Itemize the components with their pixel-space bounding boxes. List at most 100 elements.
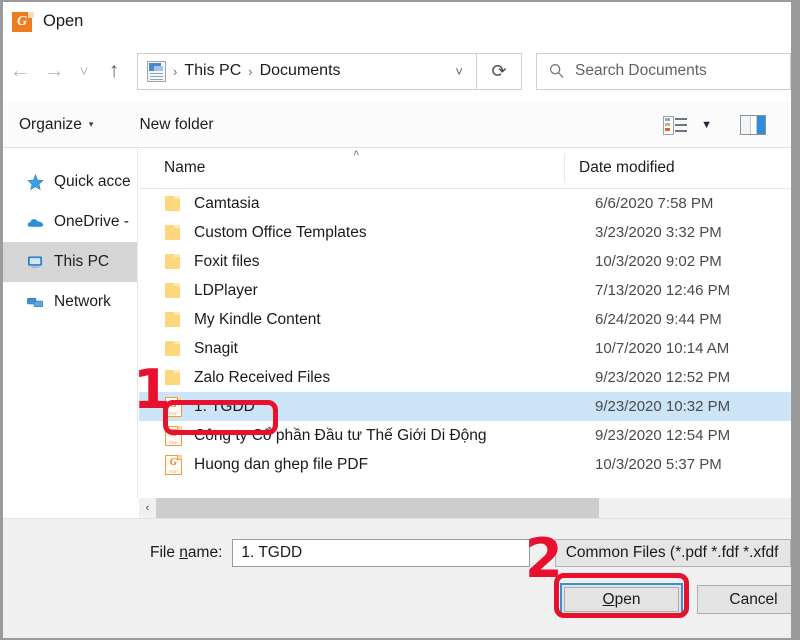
new-folder-button[interactable]: New folder (139, 116, 213, 134)
column-header-date-modified[interactable]: Date modified (565, 159, 675, 177)
chevron-down-icon-view[interactable]: ▼ (701, 119, 712, 131)
annotation-step-1: 1 (133, 363, 171, 417)
sidebar-item-label: OneDrive - (54, 213, 129, 231)
file-name-cell: Camtasia (194, 195, 584, 213)
folder-icon (164, 338, 183, 359)
breadcrumb-separator-1: › (166, 64, 184, 79)
column-header-name[interactable]: Name (139, 154, 565, 182)
table-row[interactable]: Camtasia 6/6/2020 7:58 PM (139, 189, 791, 218)
breadcrumb-this-pc[interactable]: This PC (184, 62, 241, 80)
open-file-dialog: G Open ← → ˅ ↑ › This PC › Documents ˅ ⟳ (0, 0, 800, 640)
folder-icon (164, 309, 183, 330)
table-row[interactable]: Foxit files 10/3/2020 9:02 PM (139, 247, 791, 276)
table-row[interactable]: Snagit 10/7/2020 10:14 AM (139, 334, 791, 363)
chevron-down-icon-organize: ▾ (89, 119, 94, 130)
table-row[interactable]: LDPlayer 7/13/2020 12:46 PM (139, 276, 791, 305)
folder-icon (164, 280, 183, 301)
file-date-cell: 10/3/2020 5:37 PM (595, 456, 722, 473)
arrow-left-icon[interactable]: ← (3, 51, 37, 91)
file-name-cell: My Kindle Content (194, 311, 584, 329)
organize-button[interactable]: Organize ▾ (19, 116, 93, 134)
file-rows: Camtasia 6/6/2020 7:58 PM Custom Office … (139, 189, 791, 479)
file-name-cell: LDPlayer (194, 282, 584, 300)
column-header-row: ˄ Name Date modified (139, 148, 791, 189)
sidebar-item-label: This PC (54, 253, 109, 271)
table-row-selected[interactable]: GPDF 1. TGDD 9/23/2020 10:32 PM (139, 392, 791, 421)
command-bar: Organize ▾ New folder ▼ (3, 102, 791, 148)
sidebar-item-network[interactable]: Network (3, 282, 137, 322)
table-row[interactable]: Zalo Received Files 9/23/2020 12:52 PM (139, 363, 791, 392)
file-date-cell: 3/23/2020 3:32 PM (595, 224, 722, 241)
file-type-dropdown[interactable]: Common Files (*.pdf *.fdf *.xfdf (555, 539, 791, 567)
organize-label: Organize (19, 116, 82, 134)
view-options-group: ▼ (663, 115, 766, 135)
file-name-cell: Huong dan ghep file PDF (194, 456, 584, 474)
file-name-cell: 1. TGDD (194, 398, 584, 416)
sidebar-item-label: Quick acce (54, 173, 131, 191)
pdf-file-icon: GPDF (164, 454, 183, 475)
file-name-cell: Snagit (194, 340, 584, 358)
arrow-up-icon[interactable]: ↑ (97, 51, 131, 91)
new-folder-label: New folder (139, 116, 213, 134)
star-icon (26, 173, 45, 192)
file-name-cell: Custom Office Templates (194, 224, 584, 242)
folder-icon (164, 251, 183, 272)
search-input-placeholder[interactable]: Search Documents (575, 62, 707, 80)
preview-pane-icon[interactable] (740, 115, 766, 135)
table-row[interactable]: Custom Office Templates 3/23/2020 3:32 P… (139, 218, 791, 247)
window-title: Open (43, 12, 83, 31)
breadcrumb-documents[interactable]: Documents (260, 62, 341, 80)
refresh-icon[interactable]: ⟳ (477, 53, 522, 90)
file-name-cell: Zalo Received Files (194, 369, 584, 387)
dialog-footer: File name: 1. TGDD Common Files (*.pdf *… (3, 518, 791, 639)
scrollbar-thumb[interactable] (156, 498, 599, 518)
chevron-down-icon-recent[interactable]: ˅ (71, 51, 97, 91)
file-date-cell: 6/6/2020 7:58 PM (595, 195, 713, 212)
sidebar-item-quick-access[interactable]: Quick acce (3, 162, 137, 202)
dialog-buttons-row: Open Cancel (3, 581, 791, 621)
navigation-sidebar: Quick acce OneDrive - This PC (3, 148, 138, 498)
sort-ascending-icon: ˄ (353, 149, 359, 160)
file-list: ˄ Name Date modified Camtasia 6/6/2020 7… (139, 148, 791, 498)
folder-icon (164, 193, 183, 214)
sidebar-item-label: Network (54, 293, 111, 311)
app-icon-letter: G (12, 12, 32, 32)
file-date-cell: 9/23/2020 12:52 PM (595, 369, 730, 386)
pdf-app-icon: G (12, 10, 34, 32)
chevron-down-icon-address[interactable]: ˅ (455, 64, 463, 79)
file-date-cell: 7/13/2020 12:46 PM (595, 282, 730, 299)
pdf-file-icon: GPDF (164, 425, 183, 446)
list-view-icon[interactable] (663, 115, 687, 135)
table-row[interactable]: My Kindle Content 6/24/2020 9:44 PM (139, 305, 791, 334)
file-name-label: File name: (150, 544, 222, 562)
table-row[interactable]: GPDF Huong dan ghep file PDF 10/3/2020 5… (139, 450, 791, 479)
documents-folder-icon (147, 61, 166, 82)
horizontal-scrollbar[interactable]: ‹ (139, 498, 791, 518)
arrow-right-icon[interactable]: → (37, 51, 71, 91)
file-name-cell: Foxit files (194, 253, 584, 271)
search-box[interactable]: Search Documents (536, 53, 791, 90)
cancel-button[interactable]: Cancel (697, 585, 800, 614)
file-date-cell: 10/7/2020 10:14 AM (595, 340, 729, 357)
sidebar-item-this-pc[interactable]: This PC (3, 242, 137, 282)
file-date-cell: 10/3/2020 9:02 PM (595, 253, 722, 270)
file-name-input[interactable]: 1. TGDD (232, 539, 529, 567)
title-bar: G Open (3, 2, 791, 40)
address-bar[interactable]: › This PC › Documents ˅ (137, 53, 477, 90)
table-row[interactable]: GPDF Công ty Cổ phần Đầu tư Thế Giới Di … (139, 421, 791, 450)
folder-icon (164, 222, 183, 243)
open-button[interactable]: Open (560, 583, 683, 616)
annotation-step-2: 2 (525, 532, 563, 586)
file-name-cell: Công ty Cổ phần Đầu tư Thế Giới Di Động (194, 427, 584, 445)
file-date-cell: 9/23/2020 12:54 PM (595, 427, 730, 444)
cloud-icon (26, 213, 45, 232)
scroll-left-icon[interactable]: ‹ (139, 498, 156, 518)
network-icon (26, 293, 45, 312)
breadcrumb-separator-2: › (241, 64, 259, 79)
search-icon (549, 63, 565, 79)
sidebar-item-onedrive[interactable]: OneDrive - (3, 202, 137, 242)
file-name-row: File name: 1. TGDD Common Files (*.pdf *… (3, 537, 791, 569)
computer-icon (26, 253, 45, 272)
file-date-cell: 6/24/2020 9:44 PM (595, 311, 722, 328)
file-date-cell: 9/23/2020 10:32 PM (595, 398, 730, 415)
